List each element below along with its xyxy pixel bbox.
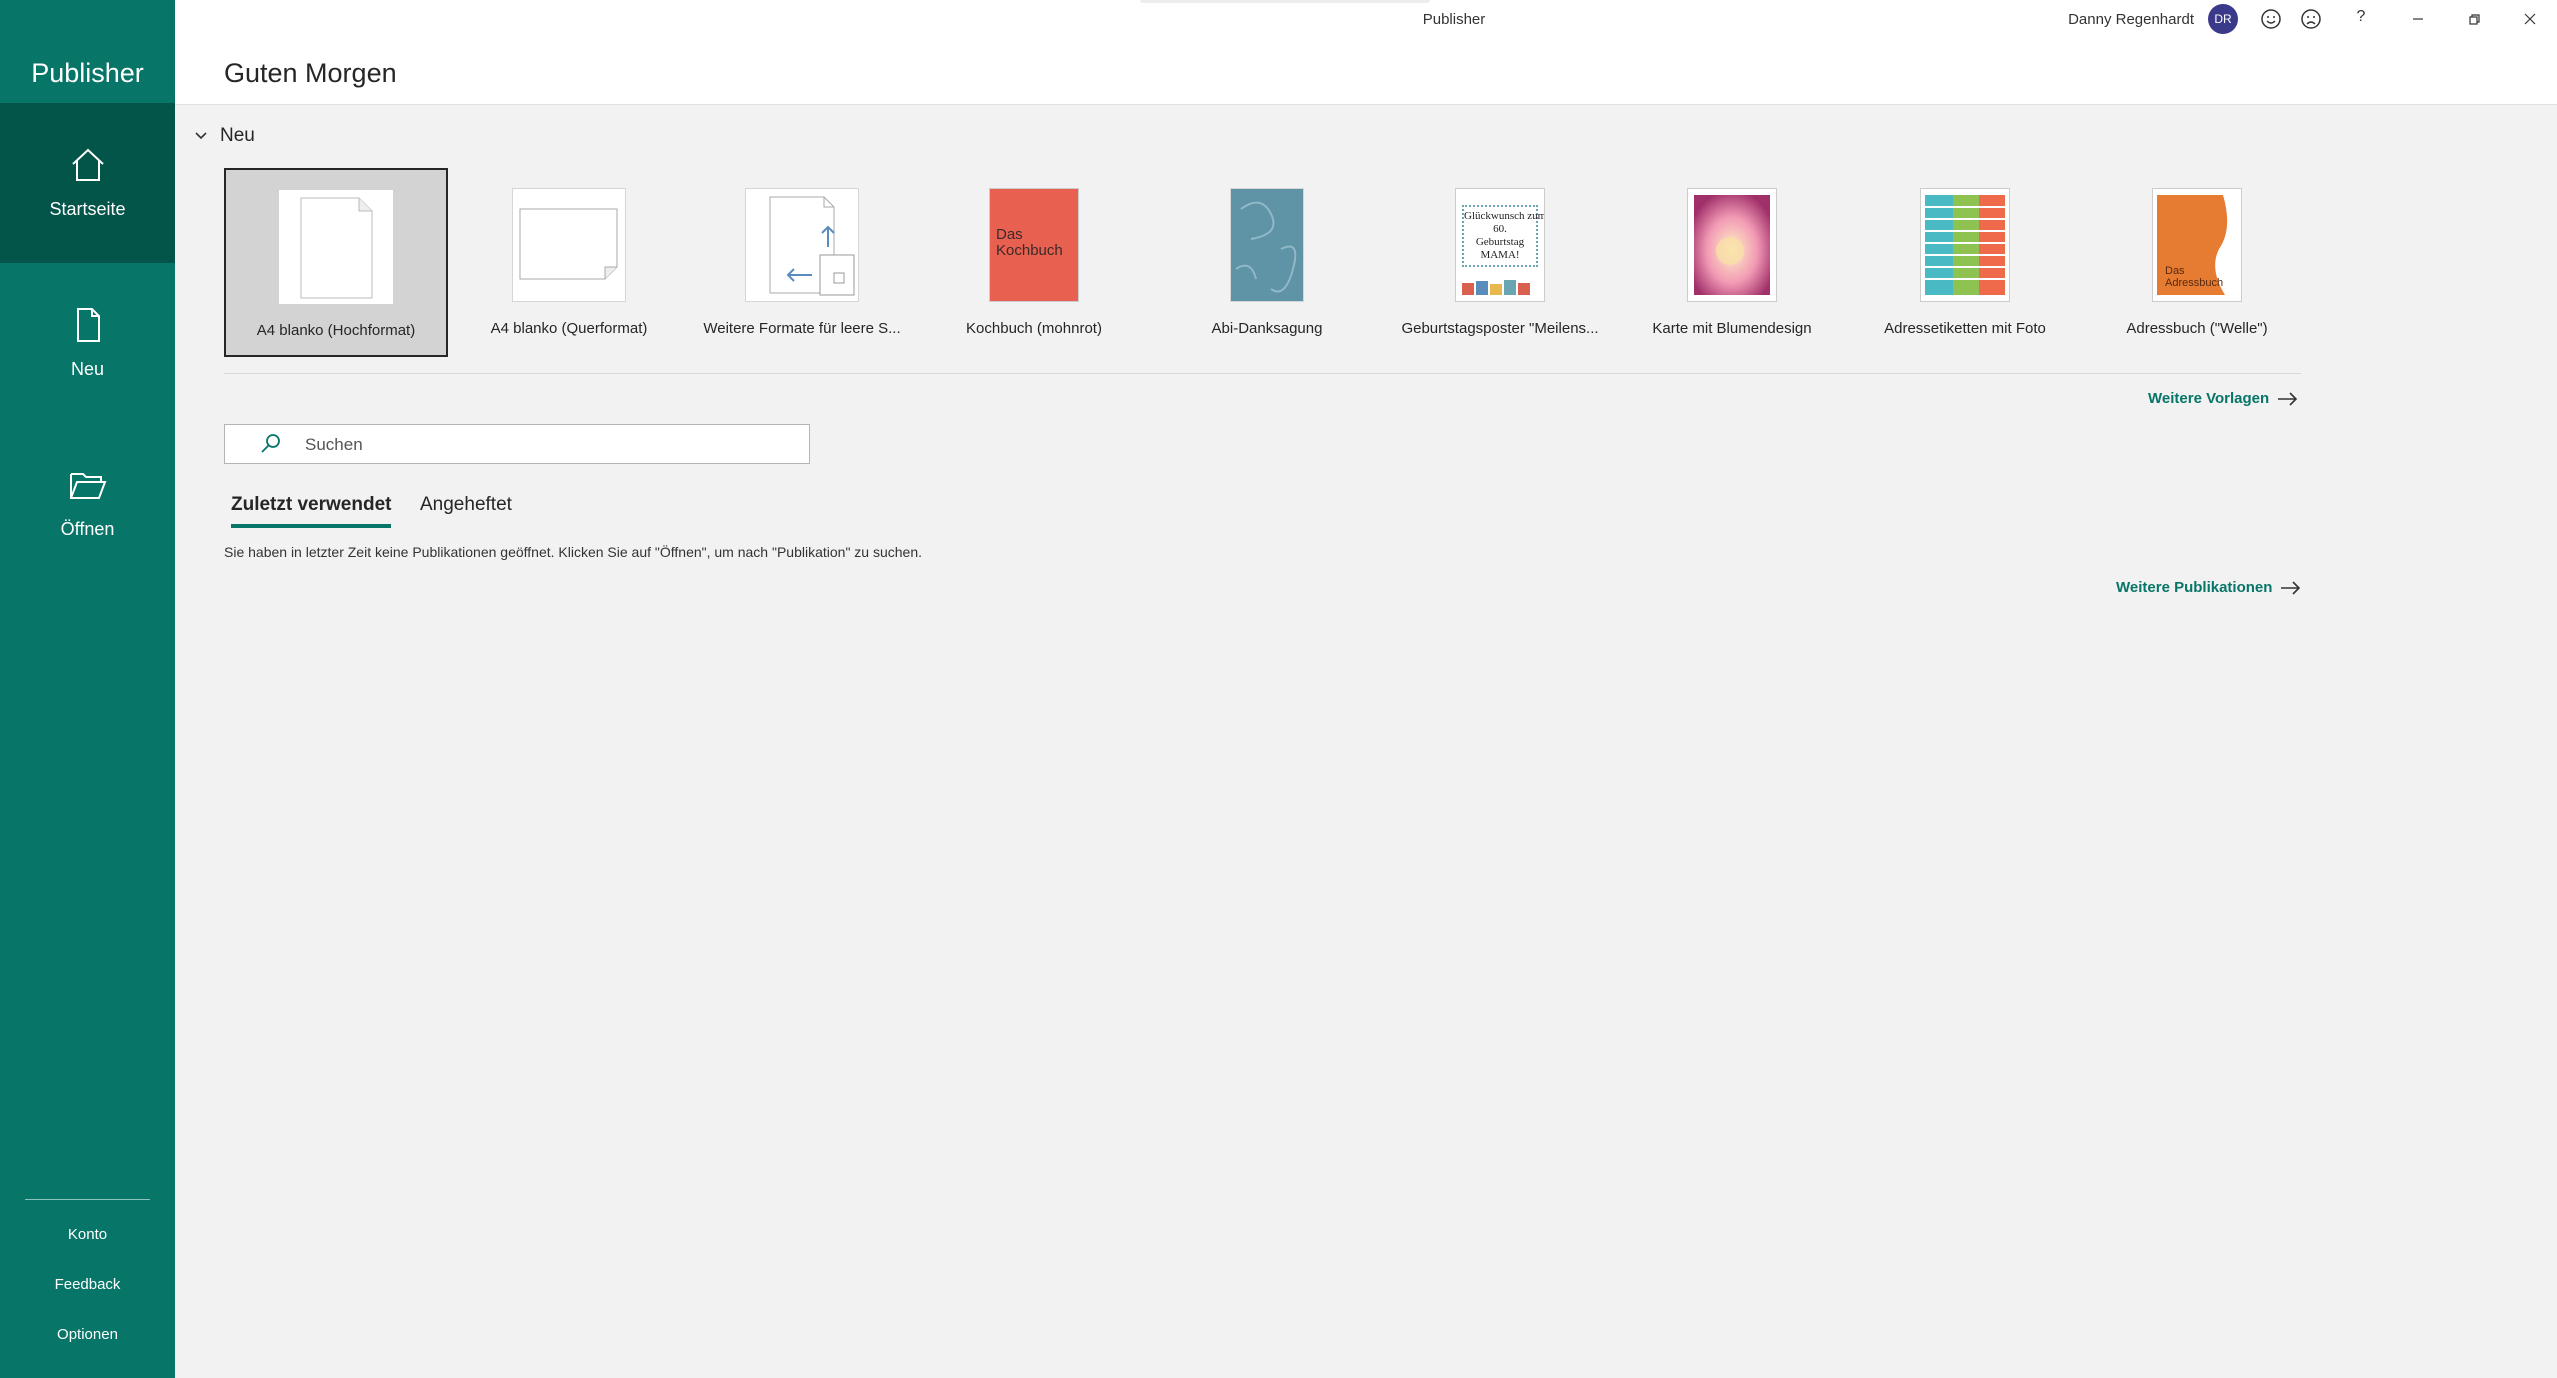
thumbnail-text: Das Adressbuch bbox=[2165, 265, 2224, 289]
more-formats-icon bbox=[769, 196, 855, 296]
swirl-pattern-icon bbox=[1235, 201, 1297, 293]
template-thumbnail: Glückwunsch zum 60. Geburtstag MAMA! bbox=[1455, 188, 1545, 302]
sidebar-item-neu[interactable]: Neu bbox=[0, 263, 175, 423]
template-thumbnail bbox=[1920, 188, 2010, 302]
template-abi-danksagung[interactable]: Abi-Danksagung bbox=[1155, 168, 1379, 357]
template-label: Abi-Danksagung bbox=[1211, 320, 1323, 337]
title-bar: Publisher Danny Regenhardt bbox=[175, 0, 2557, 105]
sidebar-item-label: Neu bbox=[70, 359, 105, 379]
more-templates-label: Weitere Vorlagen bbox=[2148, 390, 2270, 407]
tab-angeheftet[interactable]: Angeheftet bbox=[420, 494, 512, 524]
arrow-right-icon bbox=[2278, 392, 2298, 406]
template-label: Geburtstagsposter "Meilens... bbox=[1401, 320, 1599, 337]
sidebar-item-oeffnen[interactable]: Öffnen bbox=[0, 423, 175, 583]
thumbnail-text: Das Kochbuch bbox=[996, 226, 1063, 259]
more-publications-label: Weitere Publikationen bbox=[2116, 579, 2273, 596]
help-icon[interactable]: ? bbox=[2348, 8, 2374, 34]
sidebar: Publisher Startseite Neu Öffnen Konto Fe… bbox=[0, 0, 175, 1378]
template-weitere-formate[interactable]: Weitere Formate für leere S... bbox=[690, 168, 914, 357]
search-input[interactable] bbox=[303, 431, 787, 459]
sidebar-link-konto[interactable]: Konto bbox=[0, 1226, 175, 1243]
folder-open-icon bbox=[69, 473, 106, 499]
more-publications-link[interactable]: Weitere Publikationen bbox=[2116, 579, 2302, 596]
template-thumbnail bbox=[1230, 188, 1304, 302]
template-a4-hochformat[interactable]: A4 blanko (Hochformat) bbox=[224, 168, 448, 357]
more-templates-link[interactable]: Weitere Vorlagen bbox=[2148, 390, 2299, 407]
template-thumbnail bbox=[1687, 188, 1777, 302]
new-document-icon bbox=[76, 308, 100, 342]
flower-image-icon bbox=[1694, 195, 1770, 295]
template-karte-blumendesign[interactable]: Karte mit Blumendesign bbox=[1620, 168, 1844, 357]
thumbnail-text: Glückwunsch zum 60. Geburtstag MAMA! bbox=[1462, 205, 1544, 267]
template-label: Adressbuch ("Welle") bbox=[2126, 320, 2268, 337]
close-icon[interactable] bbox=[2517, 6, 2543, 32]
sidebar-link-optionen[interactable]: Optionen bbox=[0, 1326, 175, 1343]
blank-landscape-page-icon bbox=[519, 208, 618, 280]
template-geburtstagsposter[interactable]: Glückwunsch zum 60. Geburtstag MAMA! Geb… bbox=[1388, 168, 1612, 357]
restore-icon[interactable] bbox=[2461, 6, 2487, 32]
template-thumbnail: Das Adressbuch bbox=[2152, 188, 2242, 302]
template-thumbnail: Das Kochbuch bbox=[989, 188, 1079, 302]
search-box[interactable] bbox=[224, 424, 810, 464]
sidebar-item-label: Öffnen bbox=[60, 519, 115, 539]
app-name: Publisher bbox=[31, 58, 144, 88]
avatar[interactable]: DR bbox=[2208, 4, 2238, 34]
template-label: Weitere Formate für leere S... bbox=[703, 320, 901, 337]
chevron-down-icon bbox=[195, 132, 207, 140]
label-sheet-icon bbox=[1925, 195, 2005, 295]
title-bar-search-hint bbox=[1140, 0, 1430, 3]
section-divider bbox=[224, 373, 2301, 374]
blank-portrait-page-icon bbox=[300, 197, 373, 299]
template-label: A4 blanko (Hochformat) bbox=[256, 322, 416, 339]
user-name[interactable]: Danny Regenhardt bbox=[2068, 11, 2194, 28]
section-toggle-neu[interactable]: Neu bbox=[194, 125, 255, 147]
sidebar-item-startseite[interactable]: Startseite bbox=[0, 103, 175, 263]
window-title: Publisher bbox=[1422, 11, 1486, 28]
smile-icon[interactable] bbox=[2258, 6, 2284, 32]
page-title: Guten Morgen bbox=[224, 58, 397, 88]
template-adressbuch[interactable]: Das Adressbuch Adressbuch ("Welle") bbox=[2085, 168, 2309, 357]
sidebar-divider bbox=[25, 1199, 150, 1200]
template-thumbnail bbox=[745, 188, 859, 302]
frown-icon[interactable] bbox=[2298, 6, 2324, 32]
sidebar-item-label: Startseite bbox=[49, 199, 126, 219]
search-icon bbox=[261, 434, 280, 453]
home-icon bbox=[71, 148, 104, 181]
template-thumbnail bbox=[512, 188, 626, 302]
template-thumbnail bbox=[279, 190, 393, 304]
recent-empty-message: Sie haben in letzter Zeit keine Publikat… bbox=[224, 544, 923, 560]
section-label: Neu bbox=[220, 125, 255, 146]
minimize-icon[interactable] bbox=[2405, 6, 2431, 32]
house-row-icon bbox=[1462, 280, 1530, 295]
template-label: Karte mit Blumendesign bbox=[1652, 320, 1812, 337]
tab-zuletzt-verwendet[interactable]: Zuletzt verwendet bbox=[231, 494, 392, 528]
template-a4-querformat[interactable]: A4 blanko (Querformat) bbox=[457, 168, 681, 357]
template-adressetiketten[interactable]: Adressetiketten mit Foto bbox=[1853, 168, 2077, 357]
template-label: A4 blanko (Querformat) bbox=[490, 320, 648, 337]
sidebar-link-feedback[interactable]: Feedback bbox=[0, 1276, 175, 1293]
template-kochbuch[interactable]: Das Kochbuch Kochbuch (mohnrot) bbox=[922, 168, 1146, 357]
template-label: Adressetiketten mit Foto bbox=[1884, 320, 2046, 337]
template-label: Kochbuch (mohnrot) bbox=[966, 320, 1102, 337]
arrow-right-icon bbox=[2281, 581, 2301, 595]
